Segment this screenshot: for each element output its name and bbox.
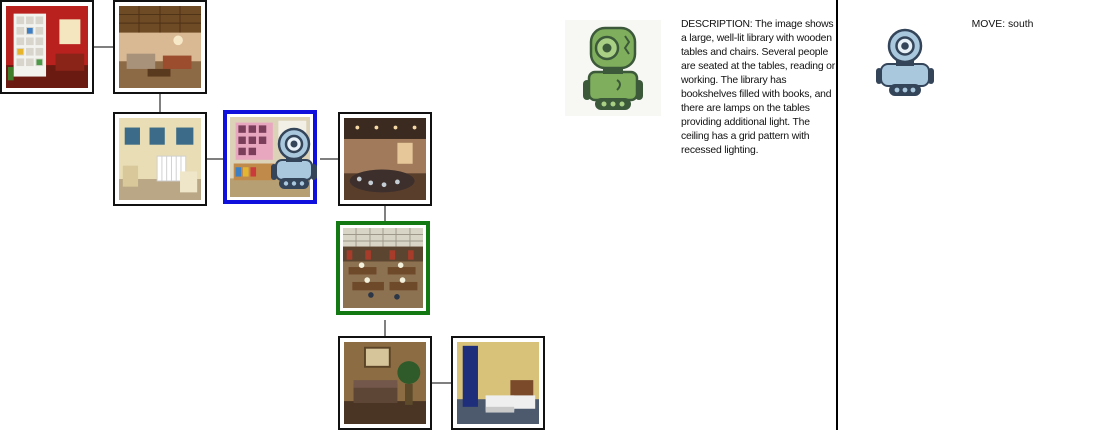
move-label: MOVE: south (971, 19, 1034, 30)
green-robot-icon (565, 20, 661, 116)
nursery-image (119, 118, 201, 200)
panel-divider (836, 0, 838, 430)
red-room-image (6, 6, 88, 88)
room-tile-library-target[interactable] (336, 221, 430, 315)
room-tile-bedroom[interactable] (451, 336, 545, 430)
room-tile-living-room[interactable] (113, 0, 207, 94)
room-tile-den[interactable] (338, 336, 432, 430)
room-tile-lounge[interactable] (338, 112, 432, 206)
living-room-image (119, 6, 201, 88)
den-image (344, 342, 426, 424)
room-description-text: DESCRIPTION: The image shows a large, we… (681, 19, 835, 156)
library-image (343, 228, 423, 308)
player-robot-icon (271, 127, 317, 189)
blue-robot-icon (876, 28, 934, 96)
room-tile-red-room[interactable] (0, 0, 94, 94)
lounge-image (344, 118, 426, 200)
bedroom-image (457, 342, 539, 424)
room-tile-nursery[interactable] (113, 112, 207, 206)
